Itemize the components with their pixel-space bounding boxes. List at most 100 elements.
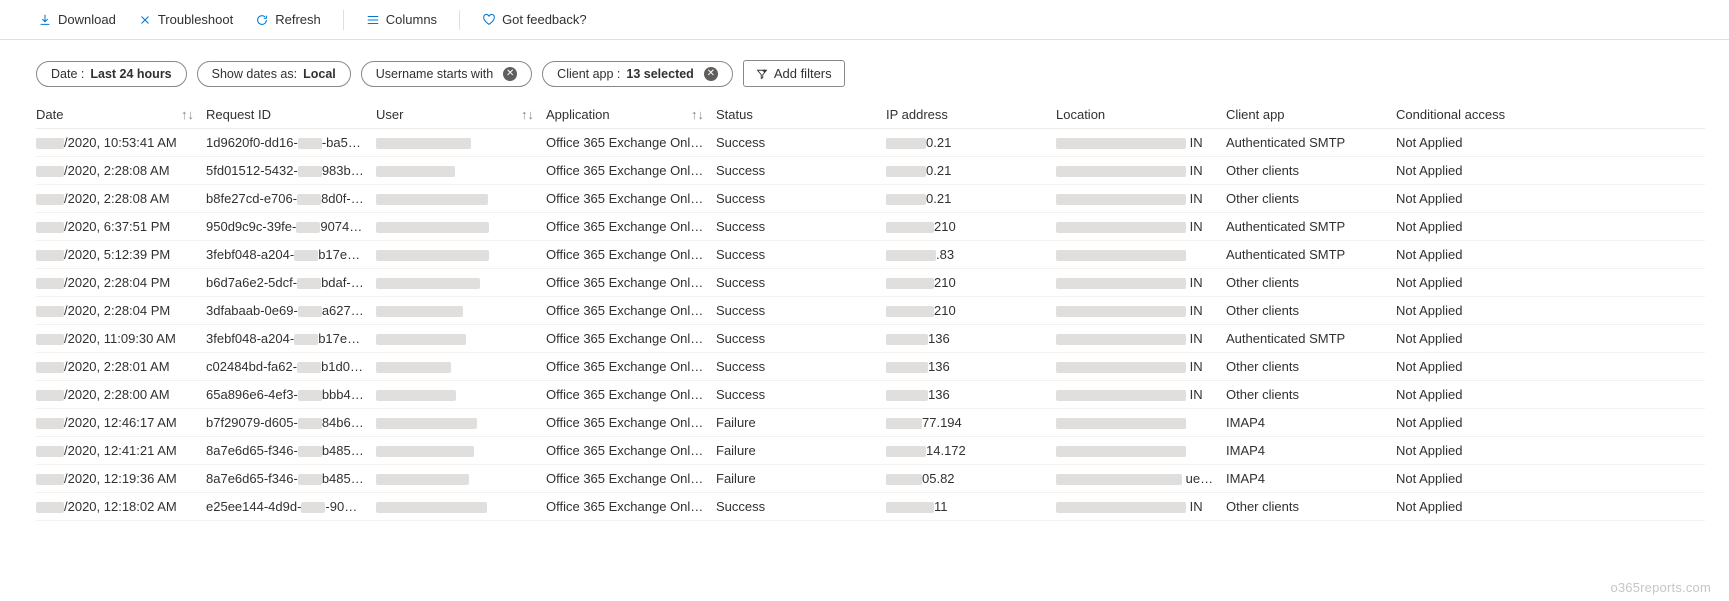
table-row[interactable]: /2020, 6:37:51 PM950d9c9c-39fe-9074-8…Of… [36, 213, 1705, 241]
cell-date: /2020, 6:37:51 PM [36, 219, 206, 234]
filter-date-value: Last 24 hours [90, 67, 171, 81]
cell-application: Office 365 Exchange Online [546, 163, 716, 178]
cell-application: Office 365 Exchange Online [546, 303, 716, 318]
table-row[interactable]: /2020, 2:28:04 PMb6d7a6e2-5dcf-bdaf-c… Of… [36, 269, 1705, 297]
filter-show-dates[interactable]: Show dates as: Local [197, 61, 351, 87]
cell-user [376, 359, 546, 374]
cell-date: /2020, 12:19:36 AM [36, 471, 206, 486]
cell-application: Office 365 Exchange Online [546, 331, 716, 346]
cell-conditional: Not Applied [1396, 471, 1566, 486]
cell-clientapp: Other clients [1226, 163, 1396, 178]
cell-status: Failure [716, 415, 886, 430]
col-user[interactable]: User↑↓ [376, 107, 546, 122]
table-row[interactable]: /2020, 12:18:02 AMe25ee144-4d9d--902b-…O… [36, 493, 1705, 521]
cell-ip: 210 [886, 303, 1056, 318]
cell-status: Success [716, 499, 886, 514]
sort-icon: ↑↓ [181, 107, 194, 122]
cell-status: Success [716, 303, 886, 318]
cell-location [1056, 443, 1226, 458]
cell-conditional: Not Applied [1396, 359, 1566, 374]
table-row[interactable]: /2020, 12:41:21 AM8a7e6d65-f346-b485-e…O… [36, 437, 1705, 465]
cell-date: /2020, 2:28:08 AM [36, 163, 206, 178]
col-location[interactable]: Location [1056, 107, 1226, 122]
cell-conditional: Not Applied [1396, 275, 1566, 290]
cell-status: Success [716, 331, 886, 346]
col-conditional[interactable]: Conditional access [1396, 107, 1566, 122]
table-row[interactable]: /2020, 12:46:17 AMb7f29079-d605-84b6-d…O… [36, 409, 1705, 437]
table-row[interactable]: /2020, 10:53:41 AM1d9620f0-dd16--ba56-c…… [36, 129, 1705, 157]
cell-conditional: Not Applied [1396, 247, 1566, 262]
cell-date: /2020, 2:28:04 PM [36, 275, 206, 290]
cell-ip: 136 [886, 331, 1056, 346]
sort-icon: ↑↓ [691, 107, 704, 122]
cell-conditional: Not Applied [1396, 499, 1566, 514]
clear-icon[interactable]: ✕ [503, 67, 517, 81]
cell-location: ue… [1056, 471, 1226, 486]
cell-user [376, 331, 546, 346]
columns-button[interactable]: Columns [358, 8, 445, 31]
cell-location [1056, 247, 1226, 262]
cell-request-id: 1d9620f0-dd16--ba56-c… [206, 135, 376, 150]
cell-location: IN [1056, 275, 1226, 290]
filter-date[interactable]: Date : Last 24 hours [36, 61, 187, 87]
filter-clientapp-key: Client app : [557, 67, 620, 81]
filter-showdates-value: Local [303, 67, 336, 81]
separator [343, 10, 344, 30]
cell-user [376, 415, 546, 430]
cell-ip: 11 [886, 499, 1056, 514]
filter-username-label: Username starts with [376, 67, 493, 81]
cell-conditional: Not Applied [1396, 135, 1566, 150]
clear-icon[interactable]: ✕ [704, 67, 718, 81]
cell-request-id: 3dfabaab-0e69-a627-1… [206, 303, 376, 318]
col-ip[interactable]: IP address [886, 107, 1056, 122]
cell-application: Office 365 Exchange Online [546, 275, 716, 290]
cell-request-id: 8a7e6d65-f346-b485-e… [206, 471, 376, 486]
cell-request-id: b6d7a6e2-5dcf-bdaf-c… [206, 275, 376, 290]
cell-application: Office 365 Exchange Online [546, 135, 716, 150]
table-row[interactable]: /2020, 2:28:08 AMb8fe27cd-e706-8d0f-4…Of… [36, 185, 1705, 213]
col-status[interactable]: Status [716, 107, 886, 122]
download-button[interactable]: Download [30, 8, 124, 31]
table-row[interactable]: /2020, 12:19:36 AM8a7e6d65-f346-b485-e… O… [36, 465, 1705, 493]
cell-ip: 136 [886, 359, 1056, 374]
table-row[interactable]: /2020, 2:28:01 AMc02484bd-fa62-b1d0-7…Of… [36, 353, 1705, 381]
refresh-label: Refresh [275, 12, 321, 27]
filter-bar: Date : Last 24 hours Show dates as: Loca… [0, 40, 1729, 101]
troubleshoot-label: Troubleshoot [158, 12, 233, 27]
feedback-label: Got feedback? [502, 12, 587, 27]
troubleshoot-button[interactable]: Troubleshoot [130, 8, 241, 31]
cell-request-id: 3febf048-a204-b17e-32… [206, 331, 376, 346]
cell-application: Office 365 Exchange Online [546, 471, 716, 486]
add-filters-label: Add filters [774, 66, 832, 81]
cell-clientapp: Authenticated SMTP [1226, 331, 1396, 346]
cell-ip: 210 [886, 219, 1056, 234]
col-request-id[interactable]: Request ID [206, 107, 376, 122]
table-row[interactable]: /2020, 2:28:04 PM3dfabaab-0e69-a627-1…Of… [36, 297, 1705, 325]
table-row[interactable]: /2020, 11:09:30 AM3febf048-a204-b17e-32…… [36, 325, 1705, 353]
cell-status: Success [716, 275, 886, 290]
cell-user [376, 443, 546, 458]
cell-request-id: 65a896e6-4ef3-bbb4-e… [206, 387, 376, 402]
col-date[interactable]: Date↑↓ [36, 107, 206, 122]
table-row[interactable]: /2020, 5:12:39 PM3febf048-a204-b17e-32…O… [36, 241, 1705, 269]
cell-location: IN [1056, 163, 1226, 178]
cell-application: Office 365 Exchange Online [546, 499, 716, 514]
cell-clientapp: IMAP4 [1226, 443, 1396, 458]
filter-username[interactable]: Username starts with ✕ [361, 61, 532, 87]
add-filters-button[interactable]: Add filters [743, 60, 845, 87]
grid-body: /2020, 10:53:41 AM1d9620f0-dd16--ba56-c…… [36, 129, 1705, 521]
table-row[interactable]: /2020, 2:28:00 AM65a896e6-4ef3-bbb4-e…Of… [36, 381, 1705, 409]
filter-clientapp[interactable]: Client app : 13 selected ✕ [542, 61, 733, 87]
table-row[interactable]: /2020, 2:28:08 AM5fd01512-5432-983b-0…Of… [36, 157, 1705, 185]
download-label: Download [58, 12, 116, 27]
signins-grid: Date↑↓ Request ID User↑↓ Application↑↓ S… [0, 101, 1729, 527]
feedback-button[interactable]: Got feedback? [474, 8, 595, 31]
grid-header: Date↑↓ Request ID User↑↓ Application↑↓ S… [36, 101, 1705, 129]
refresh-button[interactable]: Refresh [247, 8, 329, 31]
cell-clientapp: Other clients [1226, 359, 1396, 374]
col-clientapp[interactable]: Client app [1226, 107, 1396, 122]
cell-application: Office 365 Exchange Online [546, 415, 716, 430]
cell-request-id: c02484bd-fa62-b1d0-7… [206, 359, 376, 374]
cell-conditional: Not Applied [1396, 219, 1566, 234]
col-application[interactable]: Application↑↓ [546, 107, 716, 122]
